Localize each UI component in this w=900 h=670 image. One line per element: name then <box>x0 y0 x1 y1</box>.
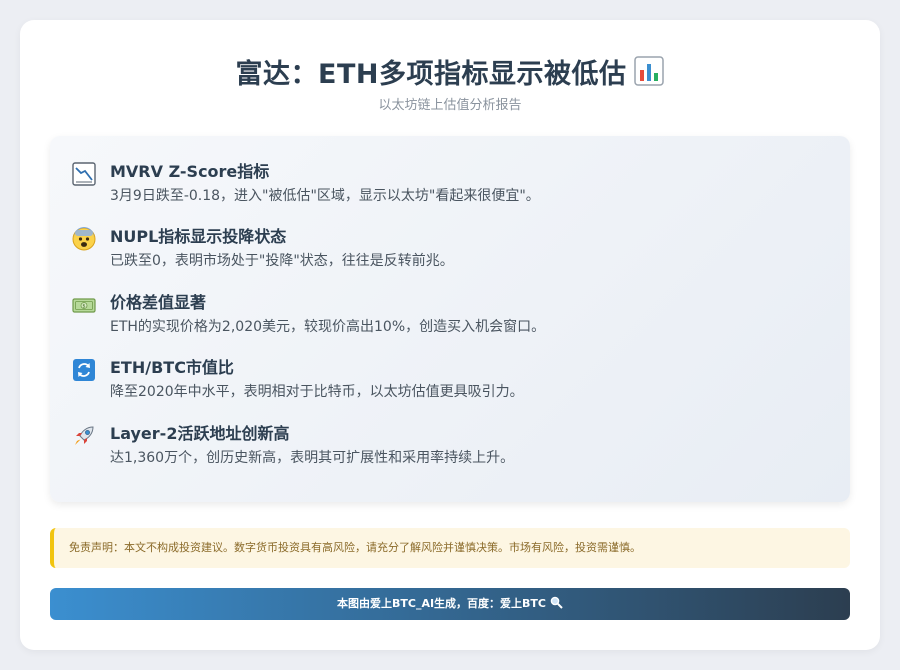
indicator-desc: 3月9日跌至-0.18，进入"被低估"区域，显示以太坊"看起来很便宜"。 <box>110 188 540 204</box>
indicator-title: NUPL指标显示投降状态 <box>110 227 287 246</box>
indicator-title: 价格差值显著 <box>110 293 207 312</box>
page-title-text: 富达：ETH多项指标显示被低估 <box>235 59 627 90</box>
indicator-item-layer2: Layer-2活跃地址创新高 达1,360万个，创历史新高，表明其可扩展性和采用… <box>72 420 830 476</box>
indicator-title: Layer-2活跃地址创新高 <box>110 424 290 443</box>
footer-text: 本图由爱上BTC_AI生成，百度：爱上BTC <box>336 597 547 610</box>
page-title: 富达：ETH多项指标显示被低估 <box>20 52 880 93</box>
indicator-item-nupl: NUPL指标显示投降状态 已跌至0，表明市场处于"投降"状态，往往是反转前兆。 <box>72 223 830 279</box>
svg-text:$: $ <box>82 304 85 310</box>
indicator-item-mvrv: MVRV Z-Score指标 3月9日跌至-0.18，进入"被低估"区域，显示以… <box>72 158 830 214</box>
indicator-title: MVRV Z-Score指标 <box>110 162 270 181</box>
chart-decreasing-icon <box>72 162 96 186</box>
disclaimer-box: 免责声明：本文不构成投资建议。数字货币投资具有高风险，请充分了解风险并谨慎决策。… <box>50 528 850 568</box>
indicator-desc: 达1,360万个，创历史新高，表明其可扩展性和采用率持续上升。 <box>110 450 515 466</box>
bar-chart-icon <box>634 56 665 93</box>
fearful-face-icon <box>72 227 96 251</box>
indicator-desc: ETH的实现价格为2,020美元，较现价高出10%，创造买入机会窗口。 <box>110 319 546 335</box>
indicator-desc: 已跌至0，表明市场处于"投降"状态，往往是反转前兆。 <box>110 253 454 269</box>
page-subtitle: 以太坊链上估值分析报告 <box>378 98 522 113</box>
rocket-icon <box>72 424 96 448</box>
indicator-desc: 降至2020年中水平，表明相对于比特币，以太坊估值更具吸引力。 <box>110 384 524 400</box>
indicator-panel: MVRV Z-Score指标 3月9日跌至-0.18，进入"被低估"区域，显示以… <box>50 136 850 502</box>
indicator-title: ETH/BTC市值比 <box>110 358 234 377</box>
report-card: 富达：ETH多项指标显示被低估 以太坊链上估值分析报告 MVRV Z-Score… <box>20 20 880 650</box>
dollar-banknote-icon: $ <box>72 293 96 317</box>
indicator-item-eth-btc: ETH/BTC市值比 降至2020年中水平，表明相对于比特币，以太坊估值更具吸引… <box>72 354 830 410</box>
refresh-arrows-icon <box>72 358 96 382</box>
indicator-item-price-gap: $ 价格差值显著 ETH的实现价格为2,020美元，较现价高出10%，创造买入机… <box>72 289 830 345</box>
footer-banner: 本图由爱上BTC_AI生成，百度：爱上BTC <box>50 588 850 620</box>
magnifier-icon <box>550 590 563 622</box>
